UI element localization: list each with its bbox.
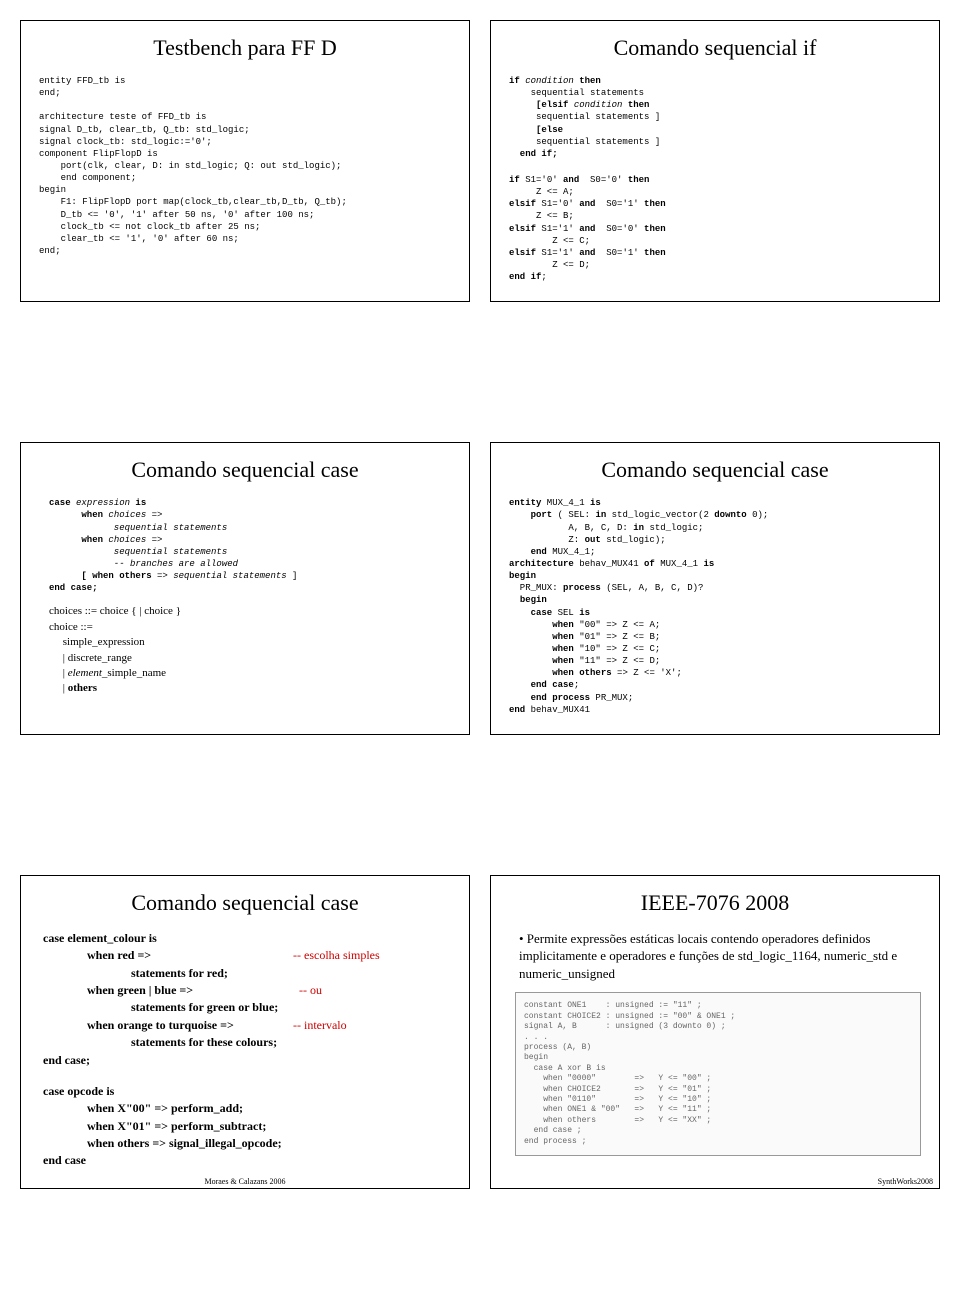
comment: -- intervalo — [293, 1017, 347, 1034]
comment: -- ou — [293, 982, 322, 999]
slide-sequential-case-syntax: Comando sequencial case case expression … — [20, 442, 470, 735]
line: when orange to turquoise => — [87, 1018, 234, 1032]
line: statements for green or blue; — [131, 1000, 278, 1014]
case-syntax-block: case expression is when choices => seque… — [49, 497, 451, 594]
line: case element_colour is — [43, 931, 157, 945]
if-syntax-block: if condition then sequential statements … — [509, 75, 921, 160]
line: when red => — [87, 948, 151, 962]
code-snippet-image: constant ONE1 : unsigned := "11" ; const… — [515, 992, 921, 1155]
mux-code-block: entity MUX_4_1 is port ( SEL: in std_log… — [509, 497, 921, 716]
slide-title: Comando sequencial case — [39, 890, 451, 916]
if-example-block: if S1='0' and S0='0' then Z <= A; elsif … — [509, 174, 921, 283]
comment: -- escolha simples — [293, 947, 380, 964]
slide-ieee-7076: IEEE-7076 2008 • Permite expressões está… — [490, 875, 940, 1189]
case-colour-block: case element_colour is when red => -- es… — [43, 930, 451, 1069]
slide-sequential-if: Comando sequencial if if condition then … — [490, 20, 940, 302]
slide-title: IEEE-7076 2008 — [509, 890, 921, 916]
bullet-text: • Permite expressões estáticas locais co… — [509, 930, 921, 993]
slide-title: Comando sequencial if — [509, 35, 921, 61]
grammar-block: choices ::= choice { | choice } choice :… — [49, 604, 451, 696]
line: statements for red; — [131, 966, 228, 980]
footer-source: SynthWorks2008 — [878, 1177, 933, 1186]
line: end case; — [43, 1053, 90, 1067]
line: when green | blue => — [87, 983, 193, 997]
code-block: entity FFD_tb is end; architecture teste… — [39, 75, 451, 257]
case-opcode-block: case opcode is when X"00" => perform_add… — [43, 1083, 451, 1170]
line: when X"00" => perform_add; — [87, 1101, 243, 1115]
slide-title: Comando sequencial case — [509, 457, 921, 483]
line: end case — [43, 1153, 86, 1167]
slide-sequential-case-examples: Comando sequencial case case element_col… — [20, 875, 470, 1189]
line: statements for these colours; — [131, 1035, 277, 1049]
line: when X"01" => perform_subtract; — [87, 1119, 266, 1133]
line: when others => signal_illegal_opcode; — [87, 1136, 282, 1150]
slide-title: Comando sequencial case — [39, 457, 451, 483]
slide-sequential-case-mux: Comando sequencial case entity MUX_4_1 i… — [490, 442, 940, 735]
slide-title: Testbench para FF D — [39, 35, 451, 61]
line: case opcode is — [43, 1084, 114, 1098]
slide-testbench-ffd: Testbench para FF D entity FFD_tb is end… — [20, 20, 470, 302]
footer-authors: Moraes & Calazans 2006 — [204, 1177, 285, 1186]
